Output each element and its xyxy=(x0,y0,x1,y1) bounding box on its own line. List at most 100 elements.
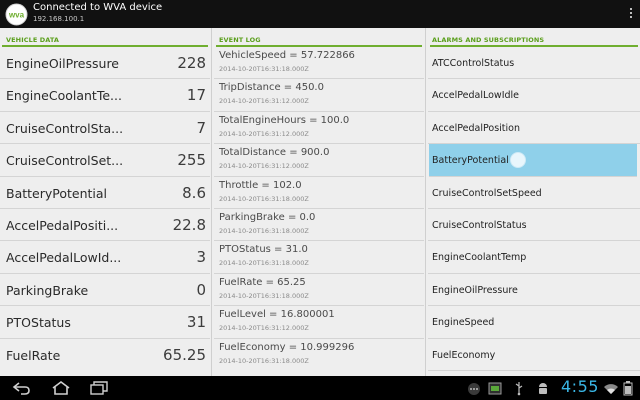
vehicle-data-row[interactable]: AccelPedalPositi... 22.8 xyxy=(0,209,210,242)
event-timestamp: 2014-10-20T16:31:12.000Z xyxy=(219,324,309,333)
action-bar: wva Connected to WVA device 192.168.100.… xyxy=(0,0,640,28)
alarm-subscription-label: EngineCoolantTemp xyxy=(432,252,527,264)
vehicle-data-row[interactable]: AccelPedalLowId... 3 xyxy=(0,241,210,274)
vehicle-data-value: 8.6 xyxy=(182,183,206,202)
event-text: TripDistance = 450.0 xyxy=(219,82,324,94)
system-nav-bar: 4:55 xyxy=(0,376,640,400)
vehicle-data-row[interactable]: BatteryPotential 8.6 xyxy=(0,177,210,209)
event-text: FuelLevel = 16.800001 xyxy=(219,309,335,321)
vehicle-data-name: CruiseControlSta... xyxy=(6,120,124,136)
event-timestamp: 2014-10-20T16:31:18.000Z xyxy=(219,65,309,73)
event-timestamp: 2014-10-20T16:31:18.000Z xyxy=(219,356,309,365)
event-log-row[interactable]: Throttle = 102.0 2014-10-20T16:31:18.000Z xyxy=(214,177,424,209)
back-icon[interactable] xyxy=(12,380,32,396)
event-log-list: VehicleSpeed = 57.722866 2014-10-20T16:31… xyxy=(214,47,424,371)
vehicle-data-value: 228 xyxy=(177,54,206,72)
vehicle-data-name: AccelPedalLowId... xyxy=(6,250,122,266)
vehicle-data-name: EngineCoolantTe... xyxy=(6,88,122,104)
event-text: PTOStatus = 31.0 xyxy=(219,244,308,256)
event-log-row[interactable]: FuelRate = 65.25 2014-10-20T16:31:18.000Z xyxy=(214,274,424,307)
event-timestamp: 2014-10-20T16:31:18.000Z xyxy=(219,226,309,235)
vehicle-data-header: VEHICLE DATA xyxy=(0,28,210,47)
event-log-row[interactable]: TripDistance = 450.0 2014-10-20T16:31:12.… xyxy=(214,79,424,112)
event-log-row[interactable]: TotalDistance = 900.0 2014-10-20T16:31:12… xyxy=(214,144,424,177)
vehicle-data-value: 22.8 xyxy=(172,215,206,234)
menu-dots-icon[interactable] xyxy=(466,380,482,396)
vehicle-data-name: PTOStatus xyxy=(6,315,71,331)
alarm-subscription-item[interactable]: CruiseControlStatus xyxy=(428,209,640,242)
vehicle-data-row[interactable]: PTOStatus 31 xyxy=(0,306,210,339)
alarm-subscription-item[interactable]: BatteryPotential xyxy=(429,144,637,177)
event-text: VehicleSpeed = 57.722866 xyxy=(219,50,355,61)
event-log-row[interactable]: VehicleSpeed = 57.722866 2014-10-20T16:31… xyxy=(214,47,424,80)
event-timestamp: 2014-10-20T16:31:18.000Z xyxy=(219,291,309,300)
screenshot-icon xyxy=(488,380,502,396)
alarms-panel: ALARMS AND SUBSCRIPTIONS ATCControlStatu… xyxy=(428,28,640,376)
alarms-list: ATCControlStatus AccelPedalLowIdle AccelPe… xyxy=(428,47,640,371)
alarms-header: ALARMS AND SUBSCRIPTIONS xyxy=(428,28,640,47)
connection-title: Connected to WVA device xyxy=(33,2,163,13)
home-icon[interactable] xyxy=(50,380,72,396)
alarm-subscription-label: BatteryPotential xyxy=(432,155,509,167)
vehicle-data-row[interactable]: ParkingBrake 0 xyxy=(0,274,210,307)
alarm-subscription-label: CruiseControlSetSpeed xyxy=(432,187,542,199)
status-clock: 4:55 xyxy=(561,377,599,396)
vehicle-data-row[interactable]: EngineCoolantTe... 17 xyxy=(0,79,210,112)
wifi-icon xyxy=(603,380,619,396)
alarm-subscription-item[interactable]: FuelEconomy xyxy=(428,339,640,371)
overflow-menu-icon[interactable] xyxy=(629,8,633,20)
event-text: Throttle = 102.0 xyxy=(219,179,302,191)
event-log-header: EVENT LOG xyxy=(214,28,424,47)
vehicle-data-list: EngineOilPressure 228 EngineCoolantTe... 17… xyxy=(0,47,210,371)
battery-icon xyxy=(622,380,634,396)
alarm-subscription-label: CruiseControlStatus xyxy=(432,219,527,231)
vehicle-data-panel: VEHICLE DATA EngineOilPressure 228 EngineC… xyxy=(0,28,210,376)
usb-icon xyxy=(514,380,524,396)
android-debug-icon xyxy=(536,380,550,396)
alarm-subscription-item[interactable]: CruiseControlSetSpeed xyxy=(428,177,640,209)
event-log-row[interactable]: FuelEconomy = 10.999296 2014-10-20T16:31:… xyxy=(214,339,424,371)
vehicle-data-row[interactable]: FuelRate 65.25 xyxy=(0,339,210,371)
alarm-subscription-item[interactable]: ATCControlStatus xyxy=(428,47,640,80)
alarm-subscription-label: EngineOilPressure xyxy=(432,284,518,296)
vehicle-data-value: 3 xyxy=(196,248,206,267)
alarm-subscription-label: AccelPedalPosition xyxy=(432,122,520,134)
alarm-subscription-label: ATCControlStatus xyxy=(432,58,515,69)
event-log-row[interactable]: ParkingBrake = 0.0 2014-10-20T16:31:18.00… xyxy=(214,209,424,242)
vehicle-data-value: 31 xyxy=(186,313,206,332)
logo-text: wva xyxy=(8,11,25,20)
event-timestamp: 2014-10-20T16:31:18.000Z xyxy=(219,194,309,203)
event-text: FuelEconomy = 10.999296 xyxy=(219,341,355,353)
event-timestamp: 2014-10-20T16:31:18.000Z xyxy=(219,259,309,268)
event-log-row[interactable]: TotalEngineHours = 100.0 2014-10-20T16:31… xyxy=(214,112,424,145)
vehicle-data-name: AccelPedalPositi... xyxy=(6,217,119,233)
alarm-subscription-item[interactable]: AccelPedalLowIdle xyxy=(428,79,640,112)
touch-indicator-icon xyxy=(510,152,526,169)
alarm-subscription-item[interactable]: AccelPedalPosition xyxy=(428,112,640,145)
vehicle-data-name: ParkingBrake xyxy=(6,282,89,298)
vehicle-data-row[interactable]: EngineOilPressure 228 xyxy=(0,47,210,80)
alarm-subscription-item[interactable]: EngineSpeed xyxy=(428,306,640,339)
alarm-subscription-item[interactable]: EngineOilPressure xyxy=(428,274,640,307)
event-text: FuelRate = 65.25 xyxy=(219,276,306,288)
alarm-subscription-item[interactable]: EngineCoolantTemp xyxy=(428,241,640,274)
alarm-subscription-label: FuelEconomy xyxy=(432,349,496,361)
event-timestamp: 2014-10-20T16:31:12.000Z xyxy=(219,162,309,171)
vehicle-data-value: 17 xyxy=(186,86,206,105)
vehicle-data-name: CruiseControlSet... xyxy=(6,153,124,169)
vehicle-data-value: 65.25 xyxy=(163,345,206,364)
recent-apps-icon[interactable] xyxy=(88,380,110,396)
vehicle-data-title: VEHICLE DATA xyxy=(6,36,60,44)
event-log-title: EVENT LOG xyxy=(219,36,261,44)
event-log-panel: EVENT LOG VehicleSpeed = 57.722866 2014-1… xyxy=(214,28,424,376)
vehicle-data-value: 7 xyxy=(196,118,206,137)
alarm-subscription-label: AccelPedalLowIdle xyxy=(432,90,520,102)
vehicle-data-row[interactable]: CruiseControlSta... 7 xyxy=(0,112,210,145)
event-log-row[interactable]: PTOStatus = 31.0 2014-10-20T16:31:18.000Z xyxy=(214,241,424,274)
event-log-row[interactable]: FuelLevel = 16.800001 2014-10-20T16:31:12… xyxy=(214,306,424,339)
vehicle-data-value: 0 xyxy=(196,280,206,299)
vehicle-data-row[interactable]: CruiseControlSet... 255 xyxy=(0,144,210,177)
vehicle-data-name: EngineOilPressure xyxy=(6,56,120,71)
column-divider xyxy=(211,28,212,376)
wva-logo-icon: wva xyxy=(5,3,28,26)
